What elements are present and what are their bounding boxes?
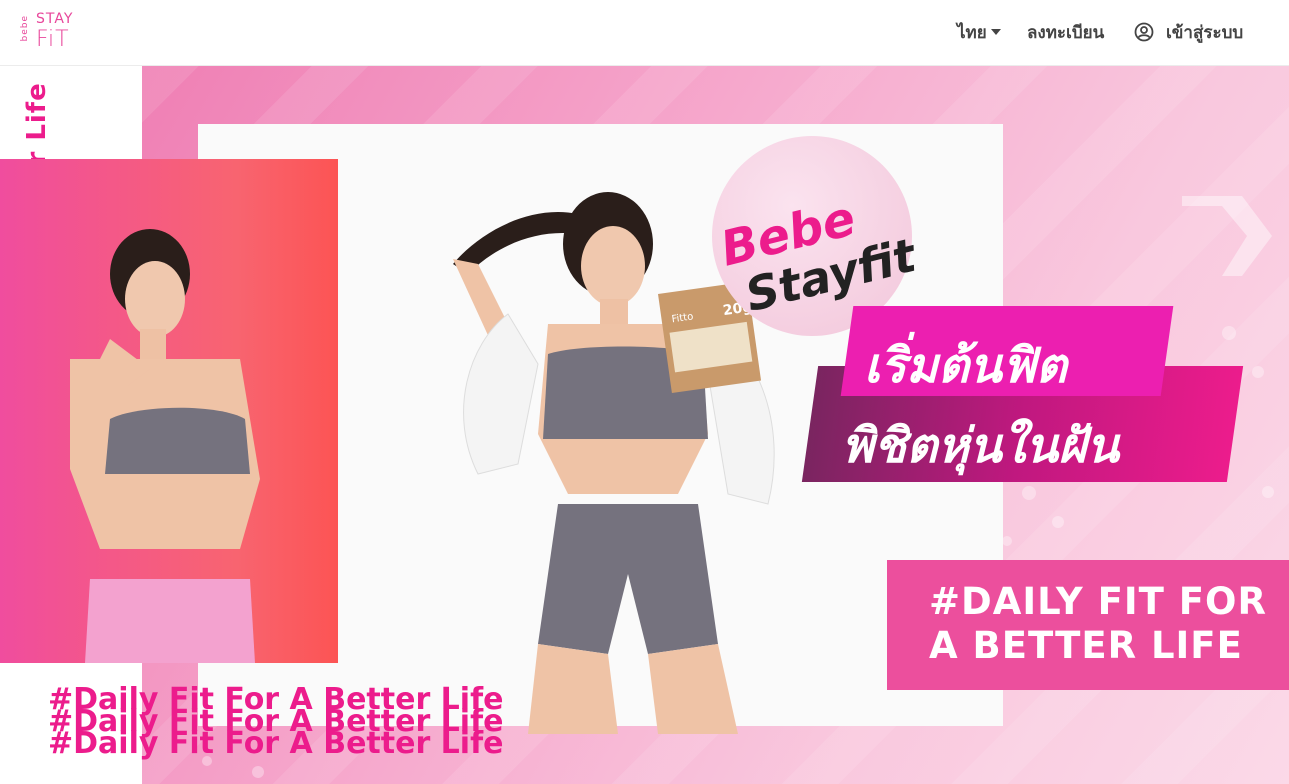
- logo-bebe-text: bebe: [20, 15, 30, 42]
- login-label: เข้าสู่ระบบ: [1166, 22, 1244, 43]
- user-circle-icon: [1134, 22, 1154, 42]
- repeat-tagline-3: #Daily Fit For A Better Life: [48, 726, 504, 761]
- headline-line-1: เริ่มต้นฟิต: [864, 338, 1067, 394]
- logo-fit-text: FiT: [36, 27, 70, 52]
- language-label: ไทย: [957, 22, 987, 43]
- language-dropdown[interactable]: ไทย: [957, 18, 1001, 46]
- logo-stay-text: STAY: [36, 11, 74, 27]
- decor-dot: [1022, 486, 1036, 500]
- decor-dot: [1052, 516, 1064, 528]
- decor-dot: [1262, 486, 1274, 498]
- chevron-down-icon: [990, 29, 1001, 35]
- decor-dot: [1222, 326, 1236, 340]
- decor-dot: [252, 766, 264, 778]
- headline-line-2: พิชิตหุ่นในฝัน: [842, 418, 1120, 474]
- tagline-text: #DAILY FIT FOR A BETTER LIFE: [929, 580, 1267, 667]
- side-promo-card[interactable]: [0, 159, 338, 663]
- login-link[interactable]: เข้าสู่ระบบ: [1134, 18, 1243, 46]
- side-model-image: [70, 229, 260, 663]
- register-link[interactable]: ลงทะเบียน: [1027, 18, 1104, 46]
- decor-dot: [1252, 366, 1264, 378]
- top-navbar: bebe STAY FiT ไทย ลงทะเบียน เข้าสู่ระบบ: [0, 0, 1289, 66]
- decor-dot: [1002, 536, 1012, 546]
- chevron-decor-icon: [1182, 196, 1272, 276]
- register-label: ลงทะเบียน: [1027, 22, 1105, 43]
- bebe-stayfit-logo[interactable]: bebe STAY FiT: [20, 11, 80, 53]
